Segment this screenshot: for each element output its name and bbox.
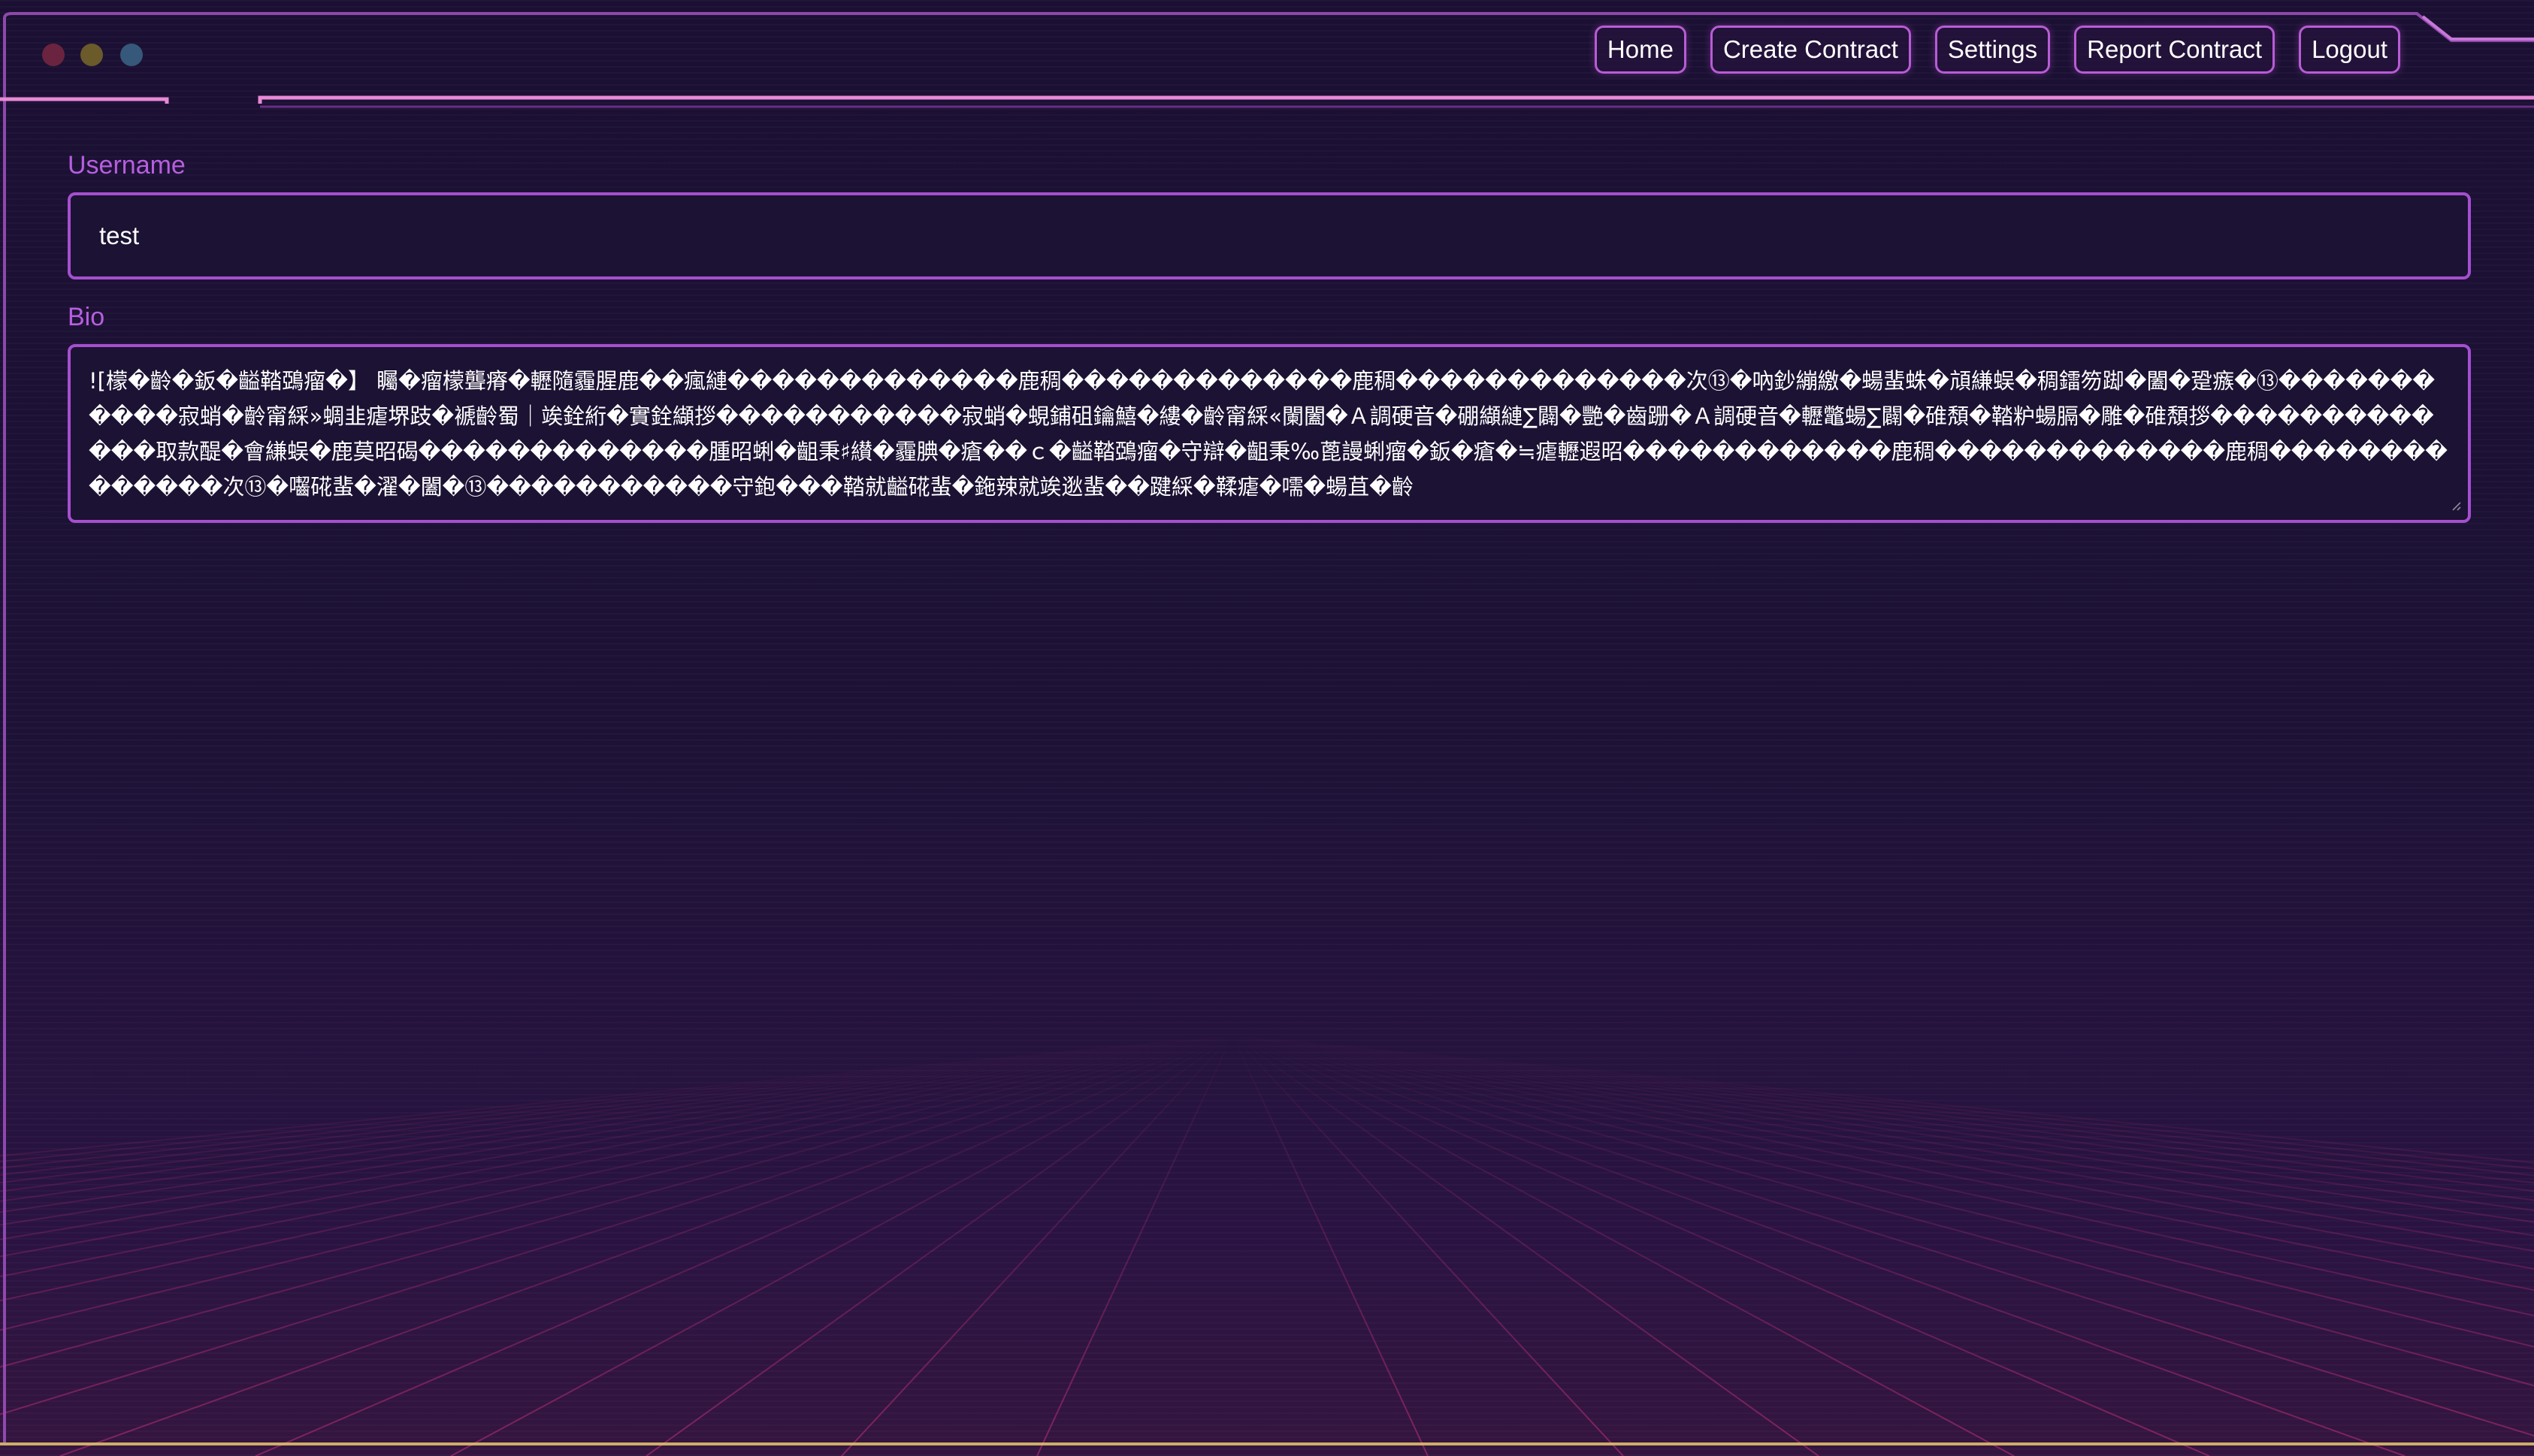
nav-settings-button[interactable]: Settings	[1934, 26, 2051, 74]
close-window-button[interactable]	[42, 44, 65, 66]
retro-grid-background	[0, 1035, 2534, 1456]
nav-report-contract-button[interactable]: Report Contract	[2074, 26, 2275, 74]
nav-logout-button[interactable]: Logout	[2299, 26, 2400, 74]
zoom-window-button[interactable]	[120, 44, 143, 66]
username-input[interactable]	[68, 192, 2471, 279]
top-navigation: Home Create Contract Settings Report Con…	[1594, 26, 2400, 74]
nav-home-button[interactable]: Home	[1594, 26, 1686, 74]
bio-label: Bio	[68, 303, 105, 331]
nav-create-contract-button[interactable]: Create Contract	[1710, 26, 1911, 74]
bio-textarea[interactable]	[68, 344, 2471, 523]
resize-grip-icon[interactable]	[2450, 500, 2462, 512]
profile-form: Username Bio	[68, 150, 2471, 527]
minimize-window-button[interactable]	[80, 44, 103, 66]
username-label: Username	[68, 151, 186, 180]
app-window: Home Create Contract Settings Report Con…	[0, 0, 2534, 1456]
